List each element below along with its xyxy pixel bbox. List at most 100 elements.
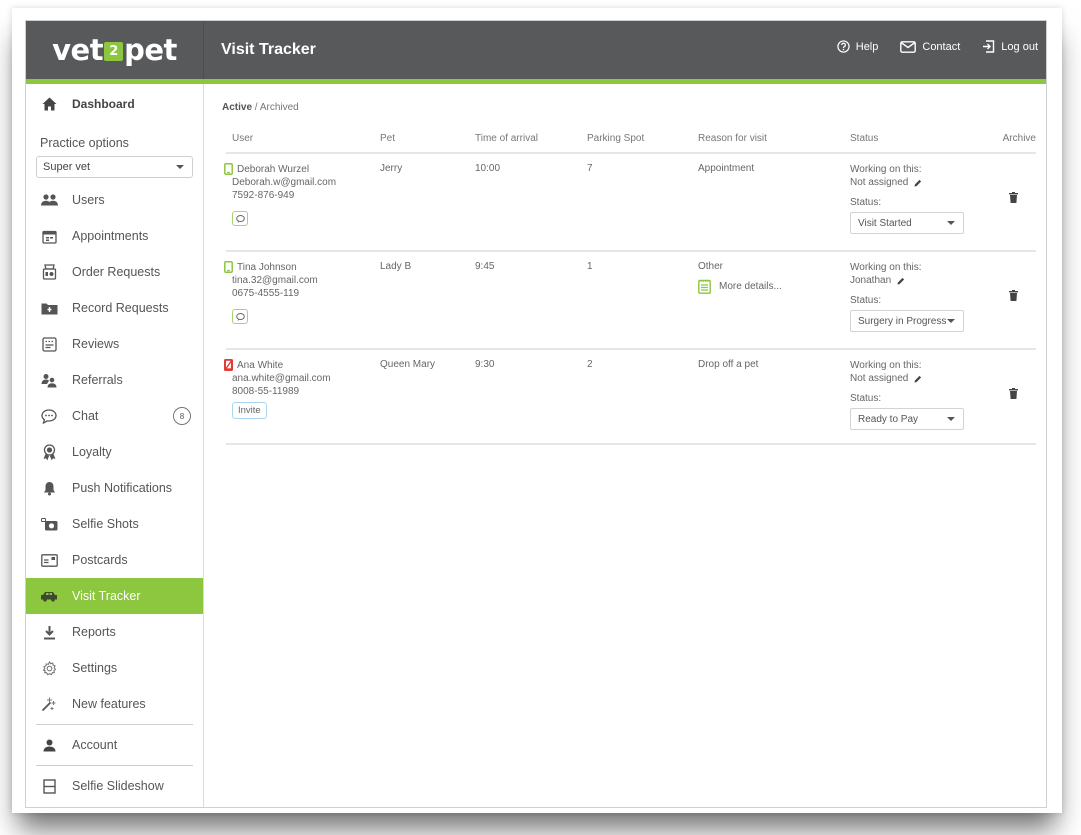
sidebar-item-reports[interactable]: Reports <box>26 614 203 650</box>
parking-spot: 1 <box>587 261 593 272</box>
chevron-down-icon <box>947 319 955 323</box>
user-email: Deborah.w@gmail.com <box>232 177 337 188</box>
sidebar-item-visit-tracker[interactable]: Visit Tracker <box>26 578 203 614</box>
award-icon <box>40 443 58 461</box>
table-row: Tina Johnson tina.32@gmail.com 0675-4555… <box>224 252 1036 350</box>
more-details-link[interactable]: More details... <box>698 279 850 294</box>
message-icon <box>235 312 245 321</box>
table-row: Deborah Wurzel Deborah.w@gmail.com 7592-… <box>224 154 1036 252</box>
sidebar-item-chat[interactable]: Chat 8 <box>26 398 203 434</box>
calendar-icon <box>40 227 58 245</box>
help-circle-icon <box>837 40 850 53</box>
sidebar-item-postcards[interactable]: Postcards <box>26 542 203 578</box>
sidebar-item-label: Appointments <box>72 229 149 243</box>
sidebar-item-selfie-shots[interactable]: Selfie Shots <box>26 506 203 542</box>
logo-text-right: pet <box>124 33 177 67</box>
reviews-icon <box>40 335 58 353</box>
sidebar-item-referrals[interactable]: Referrals <box>26 362 203 398</box>
filter-archived-link[interactable]: Archived <box>260 102 299 113</box>
trash-icon[interactable] <box>1009 192 1018 203</box>
page-title: Visit Tracker <box>221 41 316 58</box>
sidebar-item-appointments[interactable]: Appointments <box>26 218 203 254</box>
referrals-icon <box>40 371 58 389</box>
magic-wand-icon <box>40 695 58 713</box>
practice-select[interactable]: Super vet <box>36 156 193 178</box>
sidebar-item-new-features[interactable]: New features <box>26 686 203 722</box>
column-header-status: Status <box>850 132 879 144</box>
trash-icon[interactable] <box>1009 290 1018 301</box>
sidebar-item-order-requests[interactable]: Order Requests <box>26 254 203 290</box>
help-label: Help <box>855 40 879 53</box>
status-select[interactable]: Visit Started <box>850 212 964 234</box>
user-phone: 0675-4555-119 <box>232 288 300 299</box>
logout-link[interactable]: Log out <box>982 40 1038 53</box>
parking-spot: 7 <box>587 163 593 174</box>
sidebar-item-settings[interactable]: Settings <box>26 650 203 686</box>
message-button[interactable] <box>232 211 248 226</box>
user-phone: 7592-876-949 <box>232 190 295 201</box>
postcard-icon <box>40 551 58 569</box>
help-link[interactable]: Help <box>837 40 879 53</box>
sidebar-item-label: Postcards <box>72 553 128 567</box>
message-button[interactable] <box>232 309 248 324</box>
sidebar-item-label: Selfie Slideshow <box>72 779 164 793</box>
user-name: Deborah Wurzel <box>237 164 310 175</box>
sidebar-item-loyalty[interactable]: Loyalty <box>26 434 203 470</box>
sidebar-divider <box>36 765 193 766</box>
sidebar-item-selfie-slideshow[interactable]: Selfie Slideshow <box>26 768 203 804</box>
filter-active-link[interactable]: Active <box>222 102 252 113</box>
arrival-time: 9:45 <box>475 261 495 272</box>
table-row: Ana White ana.white@gmail.com 8008-55-11… <box>224 350 1036 445</box>
main-content: Active / Archived User Pet Time of arriv… <box>204 84 1046 807</box>
camera-icon <box>40 515 58 533</box>
chevron-down-icon <box>947 221 955 225</box>
trash-icon[interactable] <box>1009 388 1018 399</box>
arrival-time: 10:00 <box>475 163 501 174</box>
no-app-icon <box>224 359 233 371</box>
sidebar-item-dashboard[interactable]: Dashboard <box>26 84 203 124</box>
logo[interactable]: vet 2 pet <box>26 21 204 79</box>
chevron-down-icon <box>176 165 184 169</box>
working-on-label: Working on this: <box>850 262 922 273</box>
message-icon <box>235 214 245 223</box>
bell-icon <box>40 479 58 497</box>
pet-name: Jerry <box>380 163 403 174</box>
top-bar: vet 2 pet Visit Tracker Help Contact Log… <box>26 21 1046 79</box>
column-header-parking: Parking Spot <box>587 132 645 144</box>
status-select[interactable]: Surgery in Progress <box>850 310 964 332</box>
sidebar-item-users[interactable]: Users <box>26 182 203 218</box>
invite-button[interactable]: Invite <box>232 402 267 419</box>
app-installed-icon <box>224 163 233 175</box>
status-label: Status: <box>850 197 882 208</box>
sidebar-item-label: Users <box>72 193 105 207</box>
pencil-icon[interactable] <box>897 277 905 285</box>
table-header: User Pet Time of arrival Parking Spot Re… <box>226 124 1036 154</box>
sidebar: Dashboard Practice options Super vet Use… <box>26 84 204 807</box>
sidebar-item-label: Record Requests <box>72 301 169 315</box>
sidebar-item-label: Settings <box>72 661 118 675</box>
working-on-label: Working on this: <box>850 360 922 371</box>
chevron-down-icon <box>947 417 955 421</box>
window-frame: vet 2 pet Visit Tracker Help Contact Log… <box>12 8 1062 813</box>
chat-icon <box>40 407 58 425</box>
gear-icon <box>40 659 58 677</box>
pencil-icon[interactable] <box>914 179 922 187</box>
envelope-icon <box>900 40 917 53</box>
sidebar-item-push-notifications[interactable]: Push Notifications <box>26 470 203 506</box>
status-select[interactable]: Ready to Pay <box>850 408 964 430</box>
pencil-icon[interactable] <box>914 375 922 383</box>
sidebar-item-record-requests[interactable]: Record Requests <box>26 290 203 326</box>
logout-label: Log out <box>1001 40 1038 53</box>
status-select-value: Visit Started <box>858 217 912 229</box>
sidebar-item-account[interactable]: Account <box>26 727 203 763</box>
home-icon <box>40 95 58 113</box>
contact-label: Contact <box>922 40 961 53</box>
sidebar-item-reviews[interactable]: Reviews <box>26 326 203 362</box>
more-details-label: More details... <box>719 281 782 292</box>
filter-separator: / <box>252 102 260 113</box>
contact-link[interactable]: Contact <box>900 41 960 53</box>
parking-spot: 2 <box>587 359 593 370</box>
sidebar-item-label: Referrals <box>72 373 123 387</box>
notes-icon <box>698 279 711 294</box>
pet-name: Queen Mary <box>380 359 436 370</box>
